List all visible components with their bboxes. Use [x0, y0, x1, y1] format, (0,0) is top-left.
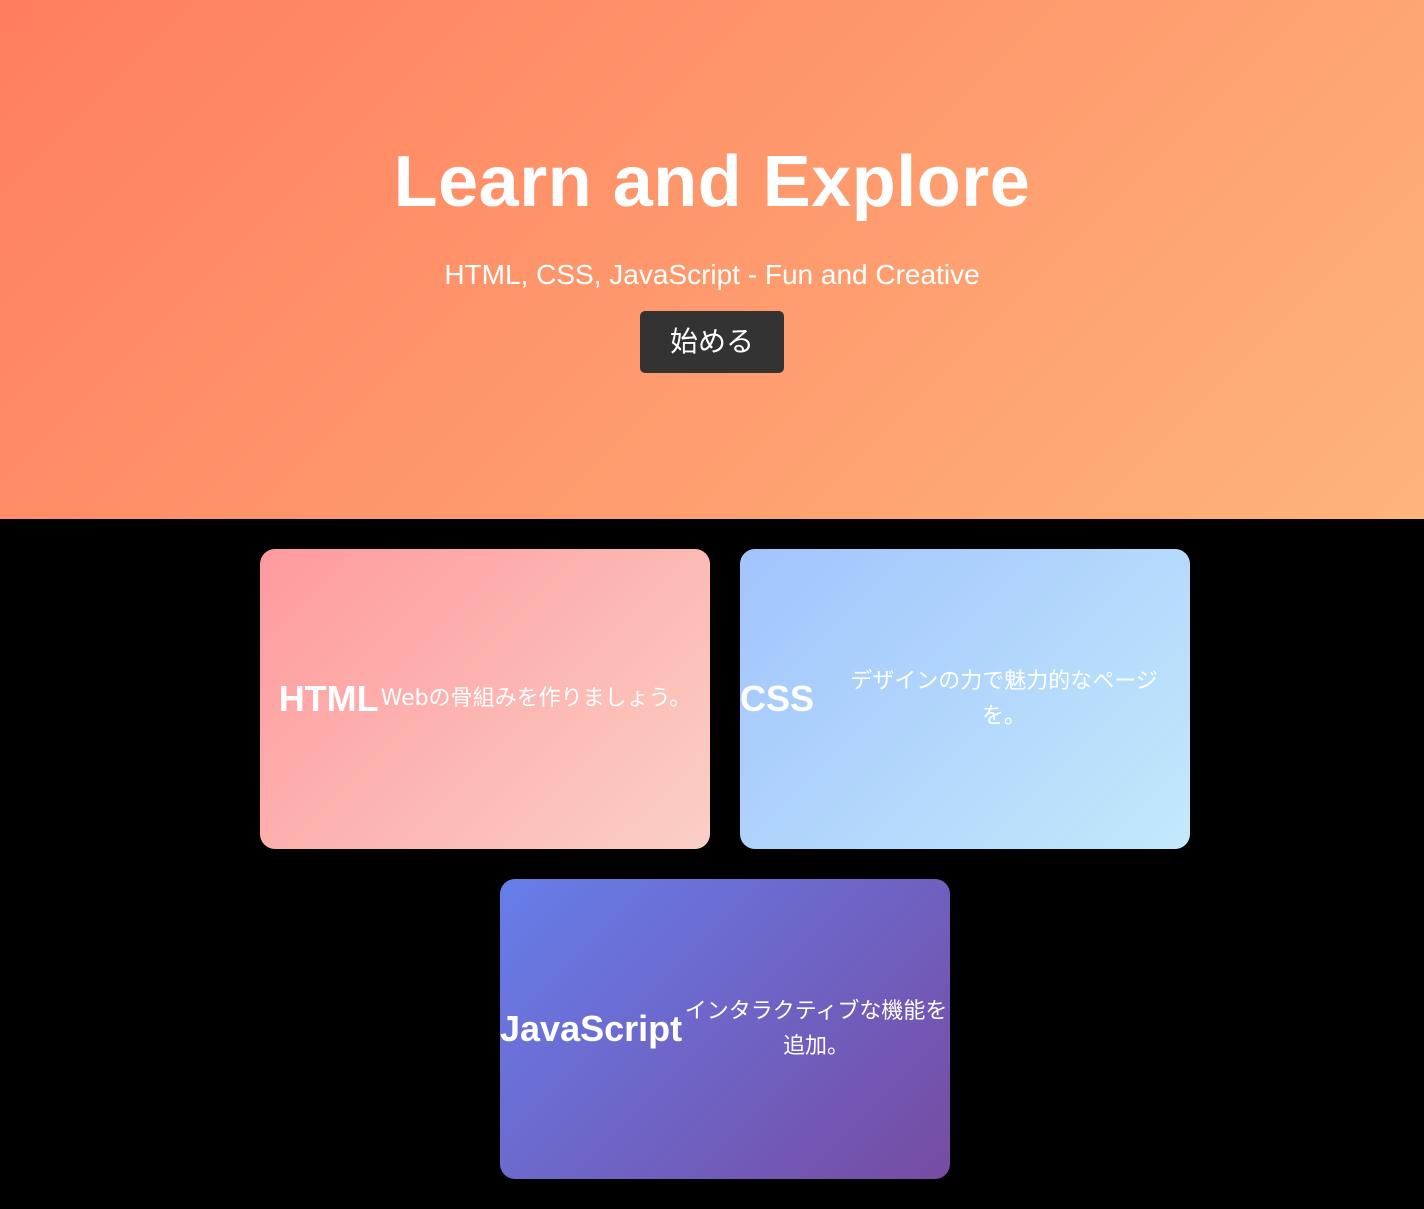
card-description: デザインの力で魅力的なページを。	[850, 668, 1158, 729]
card-html[interactable]: HTML Webの骨組みを作りましょう。	[260, 549, 710, 849]
card-title: CSS	[740, 678, 815, 719]
card-title: HTML	[278, 678, 379, 719]
card-title: JavaScript	[500, 1008, 683, 1049]
card-description: インタラクティブな機能を追加。	[684, 998, 948, 1059]
hero-title: Learn and Explore	[393, 141, 1031, 222]
card-javascript[interactable]: JavaScript インタラクティブな機能を追加。	[500, 879, 950, 1179]
card-description: Webの骨組みを作りましょう。	[380, 686, 692, 712]
hero-section: Learn and Explore HTML, CSS, JavaScript …	[0, 0, 1424, 519]
card-css[interactable]: CSS デザインの力で魅力的なページを。	[740, 549, 1190, 849]
start-button[interactable]: 始める	[639, 311, 784, 374]
hero-subtitle: HTML, CSS, JavaScript - Fun and Creative	[444, 258, 980, 290]
